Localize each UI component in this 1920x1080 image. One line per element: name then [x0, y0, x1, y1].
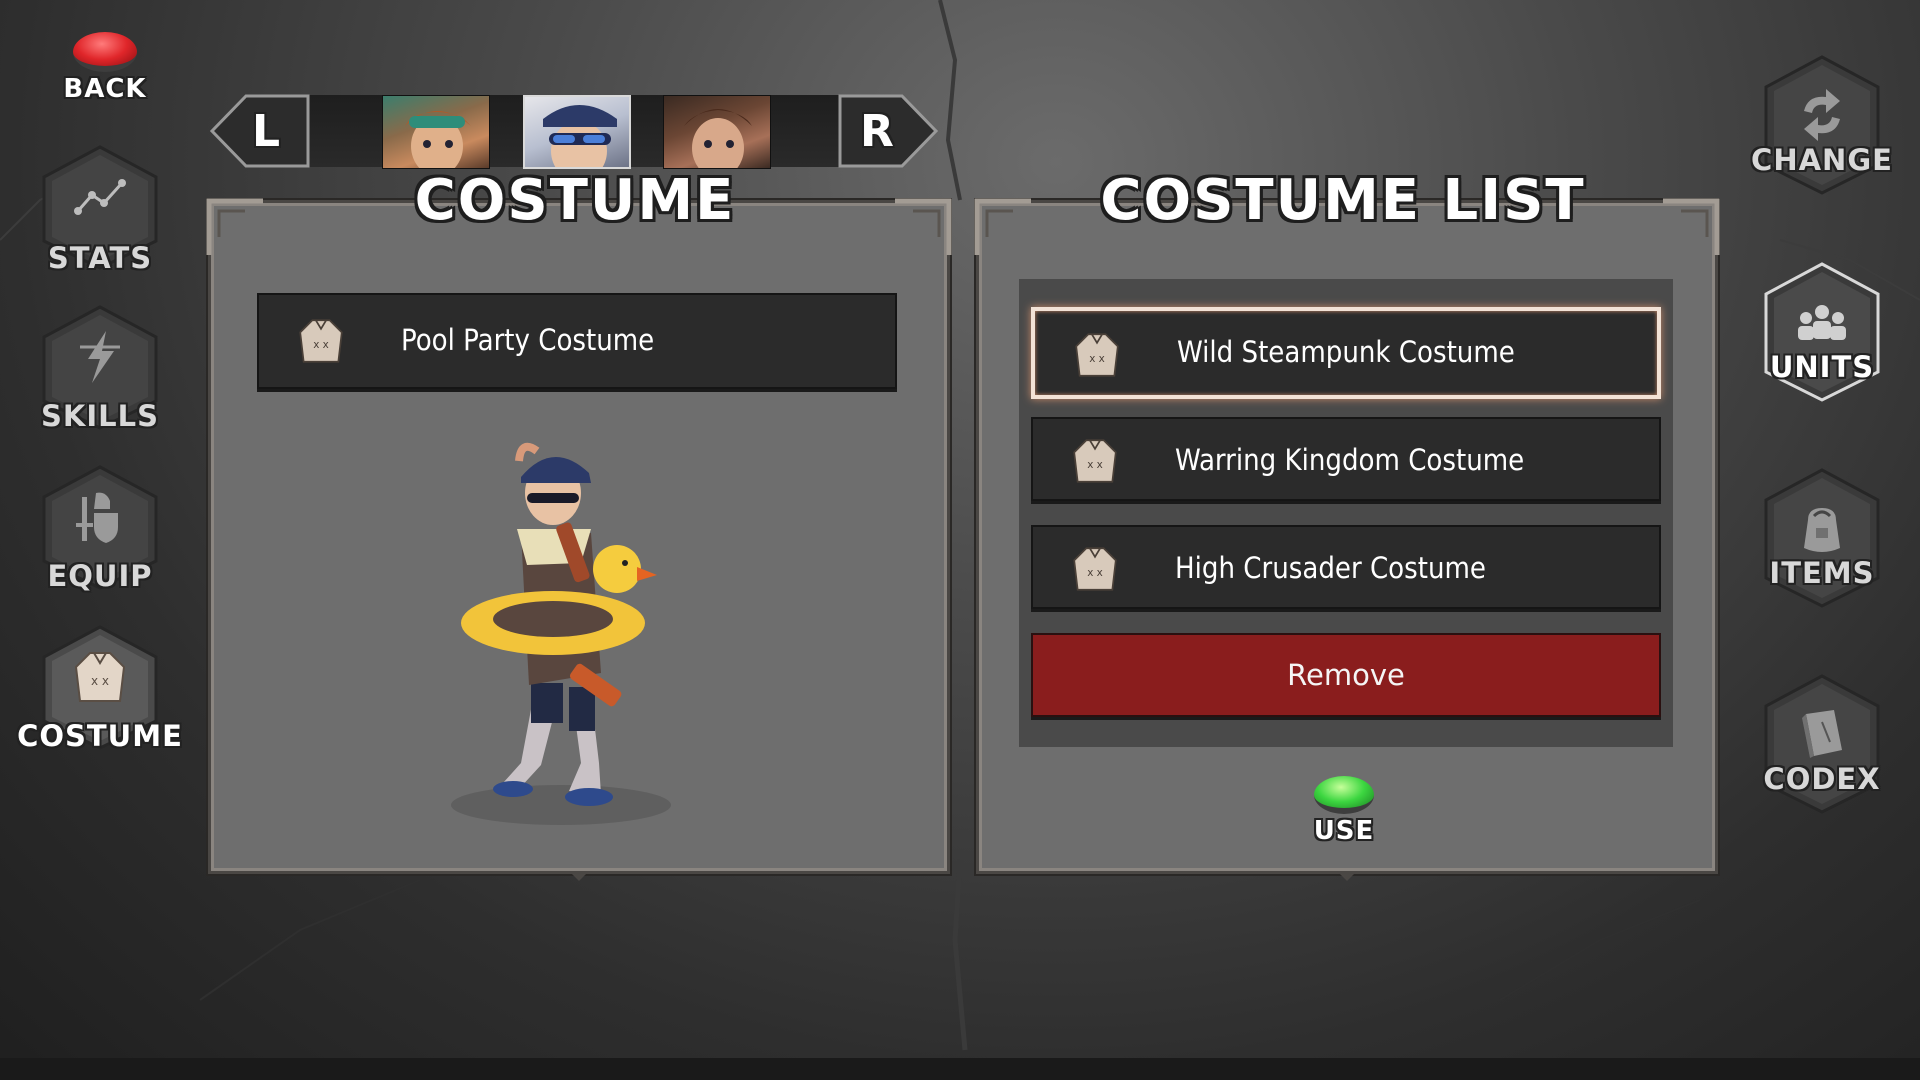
- stats-icon: [74, 179, 126, 215]
- portrait-right-art: [684, 109, 752, 168]
- nav-skills-label: SKILLS: [41, 399, 159, 433]
- back-button-knob: [73, 32, 137, 72]
- character-preview: [451, 442, 671, 825]
- nav-items-label: ITEMS: [1769, 556, 1875, 590]
- portrait-left-art: [405, 111, 471, 168]
- use-button-knob: [1314, 776, 1374, 814]
- costume-list-item[interactable]: x x Wild Steampunk Costume: [1031, 307, 1661, 399]
- nav-stats-label: STATS: [47, 241, 153, 275]
- skills-icon: [80, 331, 120, 383]
- svg-text:x x: x x: [1087, 567, 1103, 579]
- costume-list: x x Wild Steampunk Costume x x Warring K…: [1019, 279, 1673, 747]
- panel-corner: [895, 198, 952, 255]
- costume-icon: x x: [1075, 333, 1119, 377]
- next-character-label: R: [860, 106, 895, 157]
- nav-costume-button[interactable]: x x COSTUME: [17, 625, 182, 753]
- items-icon: [1804, 508, 1840, 552]
- portrait-right[interactable]: [663, 95, 771, 169]
- costume-panel: x x Pool Party Costume: [206, 198, 952, 881]
- back-button[interactable]: BACK: [58, 30, 168, 105]
- costume-icon: x x: [1073, 547, 1117, 591]
- costume-list-item[interactable]: x x Warring Kingdom Costume: [1031, 417, 1661, 501]
- next-character-button[interactable]: R: [838, 92, 939, 170]
- nav-units-button[interactable]: UNITS: [1762, 262, 1882, 402]
- svg-text:x x: x x: [313, 339, 329, 351]
- costume-list-item-label: Wild Steampunk Costume: [1177, 335, 1515, 369]
- portrait-left[interactable]: [382, 95, 490, 169]
- use-button[interactable]: USE: [1300, 772, 1396, 852]
- costume-list-item[interactable]: x x High Crusader Costume: [1031, 525, 1661, 609]
- nav-units-label: UNITS: [1769, 350, 1875, 384]
- nav-stats-button[interactable]: STATS: [40, 145, 160, 275]
- equipped-costume-label: Pool Party Costume: [401, 323, 655, 357]
- panel-corner: [974, 198, 1031, 255]
- nav-codex-button[interactable]: CODEX: [1762, 674, 1882, 814]
- costume-list-item-label: High Crusader Costume: [1175, 551, 1486, 585]
- costume-list-panel-title: COSTUME LIST: [1100, 168, 1586, 233]
- remove-button[interactable]: Remove: [1031, 633, 1661, 717]
- nav-change-label: CHANGE: [1751, 143, 1893, 177]
- back-label: BACK: [63, 74, 147, 104]
- units-icon: [1798, 305, 1846, 340]
- panel-notch: [1337, 871, 1357, 881]
- costume-icon: x x: [74, 652, 126, 702]
- change-icon: [1804, 89, 1840, 141]
- panel-corner: [1663, 198, 1720, 255]
- panel-notch: [569, 871, 589, 881]
- svg-text:x x: x x: [91, 674, 109, 688]
- nav-equip-label: EQUIP: [47, 559, 153, 593]
- nav-skills-button[interactable]: SKILLS: [40, 305, 160, 433]
- costume-panel-title: COSTUME: [414, 168, 736, 233]
- nav-equip-button[interactable]: EQUIP: [40, 465, 160, 593]
- prev-character-button[interactable]: L: [209, 92, 310, 170]
- codex-icon: [1802, 710, 1842, 758]
- equip-icon: [76, 492, 118, 543]
- costume-list-item-label: Warring Kingdom Costume: [1175, 443, 1525, 477]
- costume-icon: x x: [1073, 439, 1117, 483]
- svg-text:x x: x x: [1087, 459, 1103, 471]
- use-label: USE: [1313, 816, 1375, 846]
- nav-codex-label: CODEX: [1763, 762, 1881, 796]
- equipped-costume-row: x x Pool Party Costume: [257, 293, 897, 389]
- portrait-selected[interactable]: [523, 95, 631, 169]
- nav-change-button[interactable]: CHANGE: [1751, 55, 1892, 195]
- svg-text:x x: x x: [1089, 353, 1105, 365]
- costume-icon: x x: [299, 319, 343, 363]
- nav-items-button[interactable]: ITEMS: [1762, 468, 1882, 608]
- portrait-selected-art: [543, 105, 617, 167]
- prev-character-label: L: [252, 106, 282, 157]
- panel-corner: [206, 198, 263, 255]
- nav-costume-label: COSTUME: [17, 719, 183, 753]
- bottom-strip: [0, 1058, 1920, 1080]
